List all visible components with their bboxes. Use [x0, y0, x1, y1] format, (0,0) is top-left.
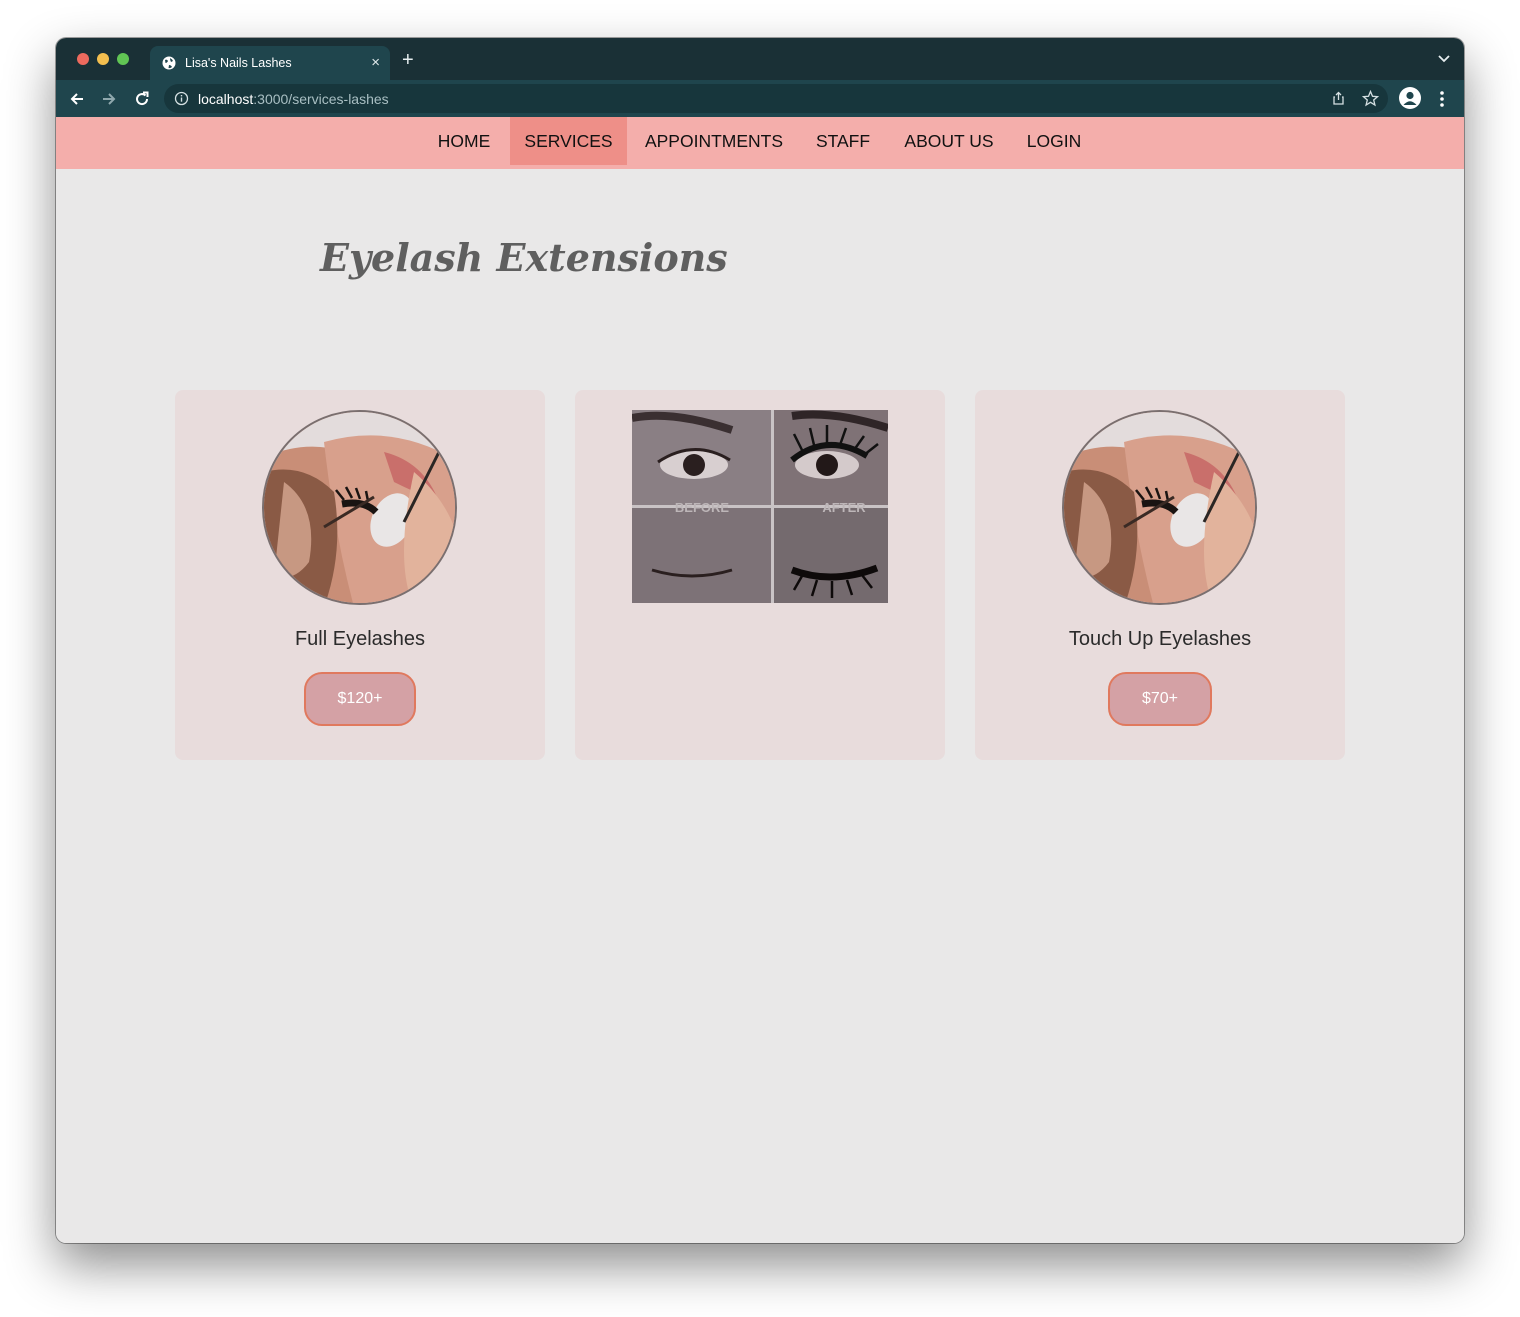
service-card-before-after: BEFORE AFTER: [575, 390, 945, 760]
browser-window: Lisa's Nails Lashes × + localhost:3000/s…: [56, 38, 1464, 1243]
chevron-down-icon[interactable]: [1438, 54, 1450, 64]
profile-icon[interactable]: [1399, 87, 1421, 109]
close-window-button[interactable]: [77, 53, 89, 65]
maximize-window-button[interactable]: [117, 53, 129, 65]
service-name: Touch Up Eyelashes: [1068, 628, 1252, 650]
globe-icon: [162, 56, 176, 70]
back-arrow-icon[interactable]: [68, 90, 86, 108]
before-after-photo: BEFORE AFTER: [632, 410, 888, 603]
tab-title: Lisa's Nails Lashes: [185, 56, 292, 70]
service-card-touch-up-eyelashes: Touch Up Eyelashes $70+: [975, 390, 1345, 760]
price-button[interactable]: $70+: [1108, 672, 1212, 726]
menu-dots-icon[interactable]: [1436, 89, 1448, 109]
url-host: localhost: [198, 91, 254, 107]
lash-application-photo: [262, 410, 457, 605]
browser-toolbar: localhost:3000/services-lashes: [56, 80, 1464, 117]
main-nav: HOME SERVICES APPOINTMENTS STAFF ABOUT U…: [56, 117, 1464, 169]
close-icon[interactable]: ×: [371, 55, 380, 70]
service-name: Full Eyelashes: [294, 628, 426, 650]
forward-arrow-icon[interactable]: [100, 90, 118, 108]
minimize-window-button[interactable]: [97, 53, 109, 65]
reload-icon[interactable]: [133, 90, 151, 108]
page-title: Eyelash Extensions: [320, 235, 728, 280]
nav-item-appointments[interactable]: APPOINTMENTS: [632, 117, 796, 165]
browser-tab[interactable]: Lisa's Nails Lashes ×: [150, 46, 390, 80]
nav-item-services[interactable]: SERVICES: [510, 117, 627, 165]
after-label: AFTER: [822, 500, 866, 515]
nav-item-staff[interactable]: STAFF: [801, 117, 885, 165]
nav-item-home[interactable]: HOME: [423, 117, 505, 165]
service-card-full-eyelashes: Full Eyelashes $120+: [175, 390, 545, 760]
share-icon[interactable]: [1331, 91, 1346, 106]
lash-application-photo: [1062, 410, 1257, 605]
before-label: BEFORE: [675, 500, 730, 515]
nav-item-about-us[interactable]: ABOUT US: [890, 117, 1008, 165]
title-bar: Lisa's Nails Lashes × +: [56, 38, 1464, 80]
page-viewport: HOME SERVICES APPOINTMENTS STAFF ABOUT U…: [56, 117, 1464, 1243]
nav-item-login[interactable]: LOGIN: [1013, 117, 1095, 165]
address-bar[interactable]: localhost:3000/services-lashes: [164, 84, 1388, 113]
url-text[interactable]: localhost:3000/services-lashes: [198, 91, 389, 107]
url-path: :3000/services-lashes: [253, 91, 389, 107]
price-button[interactable]: $120+: [304, 672, 416, 726]
info-icon[interactable]: [174, 91, 189, 106]
star-icon[interactable]: [1362, 90, 1379, 107]
plus-icon[interactable]: +: [402, 50, 414, 70]
